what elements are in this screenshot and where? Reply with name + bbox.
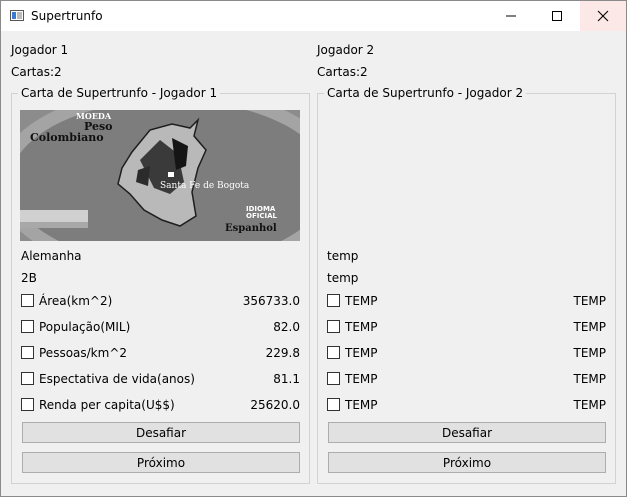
- image-text-colombiano: Colombiano: [30, 131, 104, 144]
- player1-attr-label-area: Área(km^2): [39, 294, 113, 308]
- player1-attr-value-area: 356733.0: [242, 294, 300, 308]
- app-window: Supertrunfo Jogador 1 Cartas:2 Jogador 2…: [0, 0, 627, 497]
- player1-attr-value-life-expectancy: 81.1: [273, 372, 300, 386]
- player2-challenge-button[interactable]: Desafiar: [328, 422, 606, 443]
- player1-attr-value-income: 25620.0: [250, 398, 300, 412]
- player1-name: Jogador 1: [11, 43, 69, 57]
- app-icon: [10, 10, 24, 21]
- maximize-button[interactable]: [534, 1, 580, 31]
- image-text-espanhol: Espanhol: [225, 223, 277, 234]
- player2-attr-checkbox-3[interactable]: [327, 346, 340, 359]
- player1-card-name: Alemanha: [21, 249, 82, 263]
- player1-challenge-button[interactable]: Desafiar: [22, 422, 300, 443]
- player1-attr-checkbox-income[interactable]: [21, 398, 34, 411]
- player2-attr-label-3: TEMP: [345, 346, 378, 360]
- player1-attr-label-population: População(MIL): [39, 320, 131, 334]
- player2-attr-value-2: TEMP: [573, 320, 606, 334]
- player2-attr-checkbox-2[interactable]: [327, 320, 340, 333]
- close-button[interactable]: [580, 1, 626, 31]
- player1-attr-checkbox-population[interactable]: [21, 320, 34, 333]
- player2-attr-label-4: TEMP: [345, 372, 378, 386]
- player2-group-title: Carta de Supertrunfo - Jogador 2: [324, 86, 527, 100]
- player2-attr-label-1: TEMP: [345, 294, 378, 308]
- maximize-icon: [552, 11, 562, 21]
- player2-attr-checkbox-5[interactable]: [327, 398, 340, 411]
- image-text-city: Santa Fe de Bogota: [160, 181, 250, 191]
- player1-attr-value-density: 229.8: [265, 346, 300, 360]
- player2-card-name: temp: [327, 249, 359, 263]
- player2-attr-label-2: TEMP: [345, 320, 378, 334]
- minimize-button[interactable]: [488, 1, 534, 31]
- player1-next-button[interactable]: Próximo: [22, 452, 300, 473]
- player1-cards-count: Cartas:2: [11, 65, 62, 79]
- player2-card-code: temp: [327, 271, 359, 285]
- player1-attr-value-population: 82.0: [273, 320, 300, 334]
- player1-attr-checkbox-area[interactable]: [21, 294, 34, 307]
- window-title: Supertrunfo: [31, 9, 103, 23]
- player1-attr-label-income: Renda per capita(U$$): [39, 398, 175, 412]
- player2-attr-value-1: TEMP: [573, 294, 606, 308]
- player1-card-code: 2B: [21, 271, 37, 285]
- player1-attr-label-density: Pessoas/km^2: [39, 346, 128, 360]
- player2-next-button[interactable]: Próximo: [328, 452, 606, 473]
- player1-group-title: Carta de Supertrunfo - Jogador 1: [18, 86, 221, 100]
- player2-attr-value-3: TEMP: [573, 346, 606, 360]
- player2-name: Jogador 2: [317, 43, 375, 57]
- player2-attr-checkbox-1[interactable]: [327, 294, 340, 307]
- image-text-oficial: OFICIAL: [246, 212, 277, 220]
- player2-attr-label-5: TEMP: [345, 398, 378, 412]
- player2-cards-count: Cartas:2: [317, 65, 368, 79]
- title-bar[interactable]: Supertrunfo: [1, 1, 626, 31]
- player2-attr-checkbox-4[interactable]: [327, 372, 340, 385]
- player1-attr-checkbox-density[interactable]: [21, 346, 34, 359]
- close-icon: [597, 10, 609, 22]
- minimize-icon: [506, 15, 516, 17]
- player2-attr-value-4: TEMP: [573, 372, 606, 386]
- player1-attr-label-life-expectancy: Espectativa de vida(anos): [39, 372, 195, 386]
- card-image-map: MOEDA Peso Colombiano Santa Fe de Bogota…: [20, 110, 300, 241]
- player2-attr-value-5: TEMP: [573, 398, 606, 412]
- player1-attr-checkbox-life-expectancy[interactable]: [21, 372, 34, 385]
